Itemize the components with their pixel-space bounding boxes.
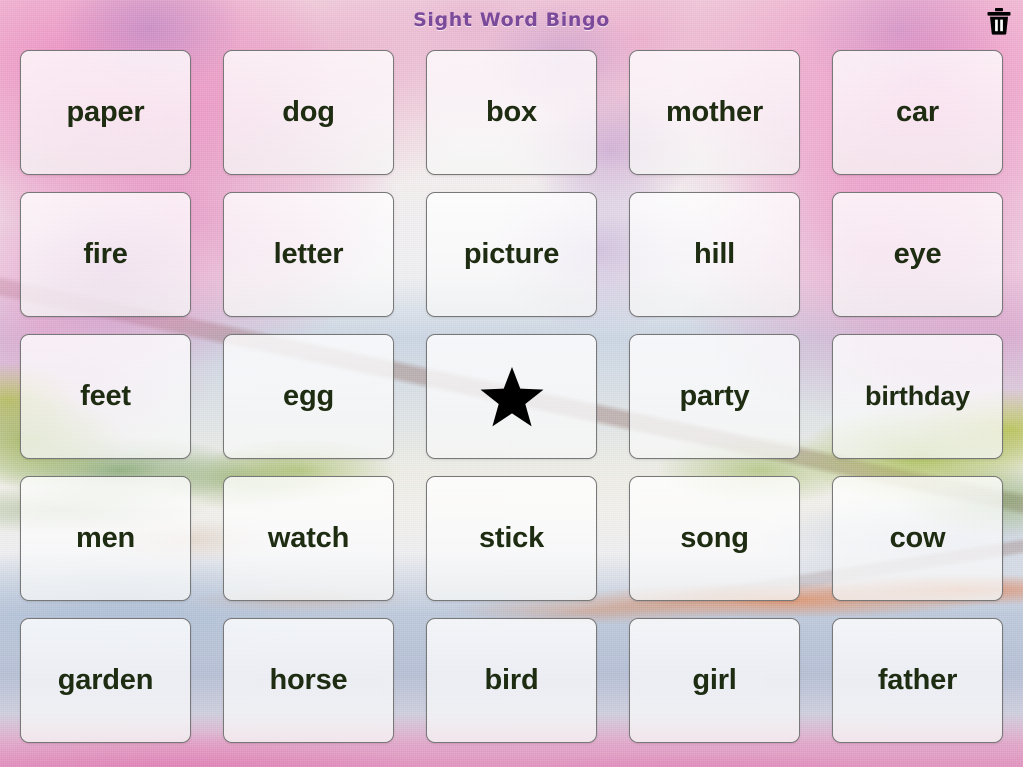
bingo-tile[interactable]: dog [223,50,394,175]
bingo-tile-label: watch [267,522,350,554]
bingo-tile[interactable]: garden [20,618,191,743]
bingo-tile-label: car [896,96,939,128]
bingo-tile-label: fire [83,238,128,270]
bingo-tile-label: song [680,522,749,554]
bingo-tile-label: father [877,664,958,696]
bingo-tile-label: eye [893,238,942,270]
bingo-tile-label: hill [693,238,736,270]
bingo-tile[interactable]: mother [629,50,800,175]
bingo-tile[interactable]: letter [223,192,394,317]
bingo-tile-free-space[interactable] [426,334,597,459]
bingo-tile-label: garden [57,664,154,696]
bingo-tile-label: cow [889,522,946,554]
bingo-tile-label: bird [484,664,539,696]
page-title: Sight Word Bingo [413,9,610,31]
bingo-tile[interactable]: men [20,476,191,601]
star-icon [480,366,544,428]
bingo-tile[interactable]: car [832,50,1003,175]
bingo-tile-label: party [679,380,750,412]
bingo-tile[interactable]: cow [832,476,1003,601]
bingo-tile-label: box [486,96,537,128]
bingo-tile[interactable]: eye [832,192,1003,317]
bingo-tile[interactable]: girl [629,618,800,743]
bingo-tile-label: men [75,522,136,554]
bingo-grid: paper dog box mother car fire letter picture hil… [20,50,1005,743]
bingo-tile-label: letter [273,238,344,270]
bingo-tile[interactable]: fire [20,192,191,317]
bingo-tile[interactable]: paper [20,50,191,175]
bingo-tile-label: picture [463,238,560,270]
bingo-tile-label: paper [66,96,145,128]
bingo-app: Sight Word Bingo paper dog box mother car fir… [0,0,1023,767]
bingo-tile[interactable]: song [629,476,800,601]
bingo-tile[interactable]: party [629,334,800,459]
bingo-tile[interactable]: hill [629,192,800,317]
bingo-tile[interactable]: picture [426,192,597,317]
bingo-tile-label: feet [80,380,131,412]
bingo-tile[interactable]: watch [223,476,394,601]
bingo-tile[interactable]: box [426,50,597,175]
bingo-tile[interactable]: egg [223,334,394,459]
delete-button[interactable] [982,5,1016,39]
bingo-tile-label: egg [283,380,334,412]
bingo-tile-label: birthday [865,381,970,411]
bingo-tile[interactable]: stick [426,476,597,601]
bingo-tile[interactable]: horse [223,618,394,743]
bingo-tile[interactable]: father [832,618,1003,743]
bingo-tile-label: girl [692,664,737,696]
bingo-tile-label: mother [665,96,764,128]
bingo-tile[interactable]: birthday [832,334,1003,459]
bingo-tile-label: stick [478,522,545,554]
bingo-tile-label: dog [282,96,335,128]
bingo-tile[interactable]: feet [20,334,191,459]
title-bar: Sight Word Bingo [0,9,1023,31]
bingo-tile-label: horse [269,664,348,696]
trash-icon [986,7,1012,38]
bingo-tile[interactable]: bird [426,618,597,743]
